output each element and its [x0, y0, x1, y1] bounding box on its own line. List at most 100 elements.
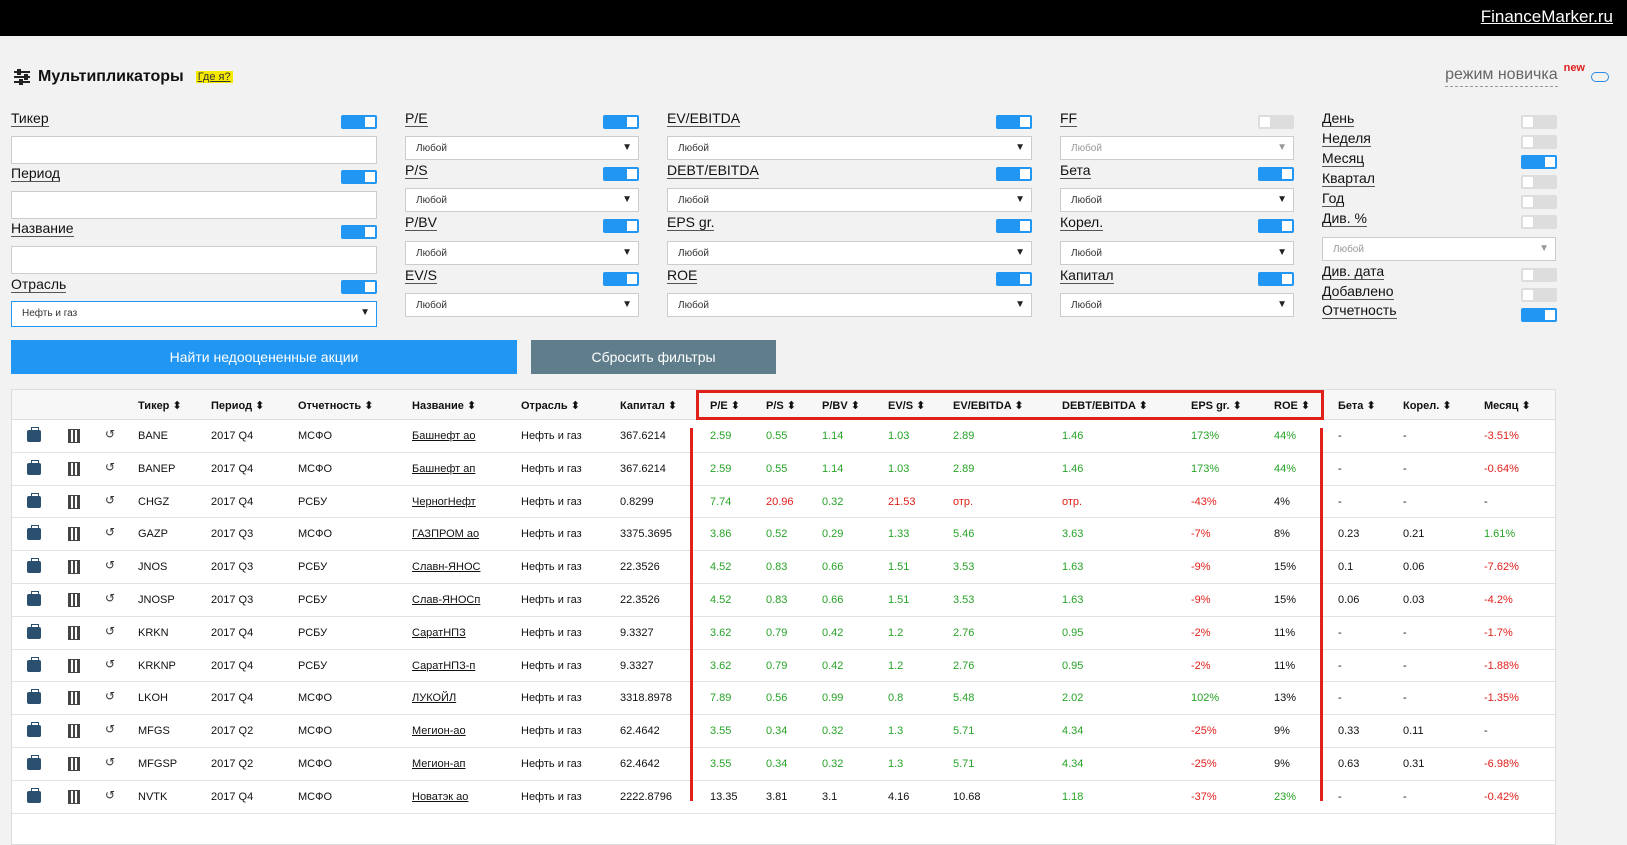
- cell-name[interactable]: СаратНПЗ-п: [412, 660, 475, 672]
- added-column-switch[interactable]: [1521, 288, 1557, 302]
- sector-column-switch[interactable]: [341, 280, 377, 294]
- ff-column-switch[interactable]: [1258, 115, 1294, 129]
- quarter-column-switch[interactable]: [1521, 175, 1557, 189]
- calculator-icon[interactable]: [68, 560, 80, 575]
- pbv-column-switch[interactable]: [603, 219, 639, 233]
- calculator-icon[interactable]: [68, 691, 80, 706]
- evebitda-select[interactable]: Любой ▼: [667, 136, 1032, 160]
- debtebitda-select[interactable]: Любой ▼: [667, 188, 1032, 212]
- name-column-switch[interactable]: [341, 225, 377, 239]
- brand-link[interactable]: FinanceMarker.ru: [1481, 7, 1613, 27]
- history-icon[interactable]: ↺: [105, 755, 115, 769]
- history-icon[interactable]: ↺: [105, 788, 115, 802]
- sector-select[interactable]: Нефть и газ ▼: [11, 301, 377, 327]
- briefcase-icon[interactable]: [27, 623, 41, 639]
- pe-column-switch[interactable]: [603, 115, 639, 129]
- calculator-icon[interactable]: [68, 461, 80, 476]
- history-icon[interactable]: ↺: [105, 427, 115, 441]
- cell-name[interactable]: ЛУКОЙЛ: [412, 692, 456, 704]
- epsgr-column-switch[interactable]: [996, 219, 1032, 233]
- briefcase-icon[interactable]: [27, 427, 41, 442]
- evebitda-column-switch[interactable]: [996, 115, 1032, 129]
- div-column-switch[interactable]: [1521, 215, 1557, 229]
- table-row[interactable]: ↺ KRKN 2017 Q4 РСБУ СаратНПЗ Нефть и газ 9.332…: [12, 617, 1555, 650]
- briefcase-icon[interactable]: [27, 558, 41, 574]
- history-icon[interactable]: ↺: [105, 460, 115, 474]
- header-name[interactable]: Название ⬍: [412, 399, 476, 412]
- name-input[interactable]: [11, 246, 377, 274]
- ps-select[interactable]: Любой ▼: [405, 188, 639, 212]
- table-row[interactable]: ↺ CHGZ 2017 Q4 РСБУ ЧерногНефт Нефть и газ 0.8…: [12, 486, 1555, 519]
- header-sector[interactable]: Отрасль ⬍: [521, 399, 580, 412]
- table-row[interactable]: ↺ JNOS 2017 Q3 РСБУ Славн-ЯНОС Нефть и газ 22.…: [12, 551, 1555, 584]
- cell-name[interactable]: ГАЗПРОМ ао: [412, 528, 479, 540]
- calculator-icon[interactable]: [68, 658, 80, 673]
- ps-column-switch[interactable]: [603, 167, 639, 181]
- reset-filters-button[interactable]: Сбросить фильтры: [531, 340, 776, 374]
- cell-name[interactable]: Слав-ЯНОСп: [412, 594, 480, 606]
- calculator-icon[interactable]: [68, 757, 80, 771]
- ticker-column-switch[interactable]: [341, 115, 377, 129]
- div-date-column-switch[interactable]: [1521, 268, 1557, 282]
- table-row[interactable]: ↺ KRKNP 2017 Q4 РСБУ СаратНПЗ-п Нефть и газ 9.…: [12, 650, 1555, 683]
- calculator-icon[interactable]: [68, 429, 80, 443]
- table-row[interactable]: ↺ MFGS 2017 Q2 МСФО Мегион-ао Нефть и газ 62.4…: [12, 715, 1555, 748]
- calculator-icon[interactable]: [68, 724, 80, 739]
- year-column-switch[interactable]: [1521, 195, 1557, 209]
- briefcase-icon[interactable]: [27, 525, 41, 541]
- period-input[interactable]: [11, 191, 377, 219]
- beta-column-switch[interactable]: [1258, 167, 1294, 181]
- briefcase-icon[interactable]: [27, 722, 41, 738]
- header-report[interactable]: Отчетность ⬍: [298, 399, 373, 412]
- history-icon[interactable]: ↺: [105, 657, 115, 671]
- header-ticker[interactable]: Тикер ⬍: [138, 399, 182, 412]
- header-month[interactable]: Месяц ⬍: [1484, 399, 1531, 412]
- evs-column-switch[interactable]: [603, 272, 639, 286]
- roe-select[interactable]: Любой ▼: [667, 293, 1032, 317]
- capital-column-switch[interactable]: [1258, 272, 1294, 286]
- reporting-column-switch[interactable]: [1521, 308, 1557, 322]
- cell-name[interactable]: Башнефт ап: [412, 463, 475, 475]
- div-select[interactable]: Любой ▼: [1322, 237, 1556, 261]
- week-column-switch[interactable]: [1521, 135, 1557, 149]
- header-corr[interactable]: Корел. ⬍: [1403, 399, 1452, 412]
- cell-name[interactable]: Славн-ЯНОС: [412, 561, 480, 573]
- briefcase-icon[interactable]: [27, 459, 41, 475]
- novice-mode-toggle[interactable]: режим новичка new: [1445, 62, 1609, 87]
- history-icon[interactable]: ↺: [105, 591, 115, 605]
- day-column-switch[interactable]: [1521, 115, 1557, 129]
- corr-select[interactable]: Любой ▼: [1060, 241, 1294, 265]
- table-row[interactable]: ↺ JNOSP 2017 Q3 РСБУ Слав-ЯНОСп Нефть и газ 22…: [12, 584, 1555, 617]
- calculator-icon[interactable]: [68, 527, 80, 542]
- evs-select[interactable]: Любой ▼: [405, 293, 639, 317]
- table-row[interactable]: ↺ LKOH 2017 Q4 МСФО ЛУКОЙЛ Нефть и газ 3318.89…: [12, 682, 1555, 716]
- period-column-switch[interactable]: [341, 170, 377, 184]
- toggle-icon[interactable]: [1591, 72, 1609, 82]
- cell-name[interactable]: Мегион-ап: [412, 758, 466, 770]
- calculator-icon[interactable]: [68, 494, 80, 509]
- where-am-i-link[interactable]: Где я?: [195, 71, 233, 83]
- beta-select[interactable]: Любой ▼: [1060, 188, 1294, 212]
- table-row[interactable]: ↺ BANEP 2017 Q4 МСФО Башнефт ап Нефть и газ 36…: [12, 453, 1555, 486]
- header-period[interactable]: Период ⬍: [211, 399, 264, 412]
- header-beta[interactable]: Бета ⬍: [1338, 399, 1376, 412]
- month-column-switch[interactable]: [1521, 155, 1557, 169]
- cell-name[interactable]: Мегион-ао: [412, 725, 466, 737]
- cell-name[interactable]: Башнефт ао: [412, 430, 476, 442]
- debtebitda-column-switch[interactable]: [996, 167, 1032, 181]
- capital-select[interactable]: Любой ▼: [1060, 293, 1294, 317]
- find-undervalued-button[interactable]: Найти недооцененные акции: [11, 340, 517, 374]
- table-row[interactable]: ↺ NVTK 2017 Q4 МСФО Новатэк ао Нефть и газ 222…: [12, 781, 1555, 814]
- table-row[interactable]: ↺ BANE 2017 Q4 МСФО Башнефт ао Нефть и газ 367…: [12, 420, 1555, 453]
- corr-column-switch[interactable]: [1258, 219, 1294, 233]
- briefcase-icon[interactable]: [27, 492, 41, 508]
- history-icon[interactable]: ↺: [105, 525, 115, 539]
- table-row[interactable]: ↺ MFGSP 2017 Q2 МСФО Мегион-ап Нефть и газ 62.…: [12, 748, 1555, 781]
- cell-name[interactable]: Новатэк ао: [412, 791, 468, 803]
- roe-column-switch[interactable]: [996, 272, 1032, 286]
- history-icon[interactable]: ↺: [105, 624, 115, 638]
- history-icon[interactable]: ↺: [105, 493, 115, 507]
- table-row[interactable]: ↺ GAZP 2017 Q3 МСФО ГАЗПРОМ ао Нефть и газ 337…: [12, 518, 1555, 552]
- history-icon[interactable]: ↺: [105, 558, 115, 572]
- cell-name[interactable]: ЧерногНефт: [412, 496, 476, 508]
